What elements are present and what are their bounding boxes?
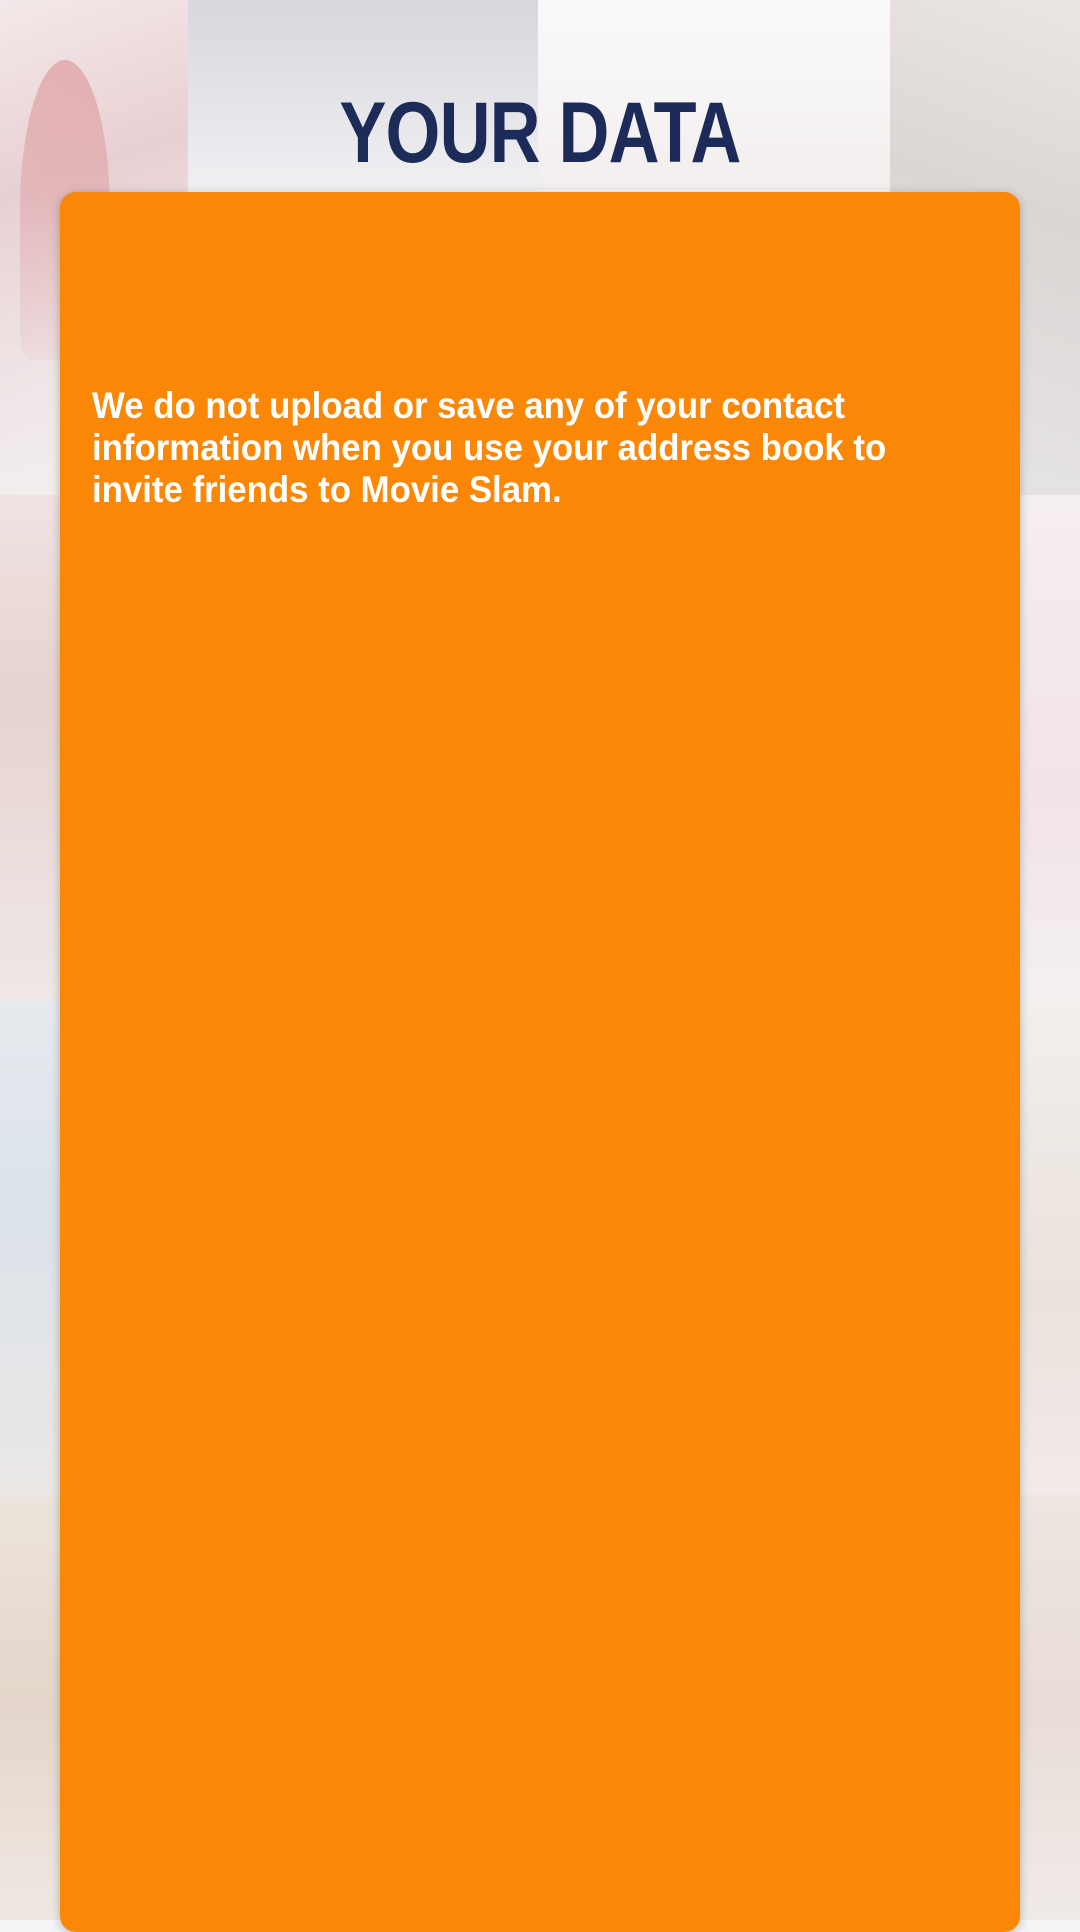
info-panel: We do not upload or save any of your con… [60, 192, 1020, 1932]
privacy-message: We do not upload or save any of your con… [92, 385, 887, 510]
page-title: YOUR DATA [339, 85, 741, 181]
